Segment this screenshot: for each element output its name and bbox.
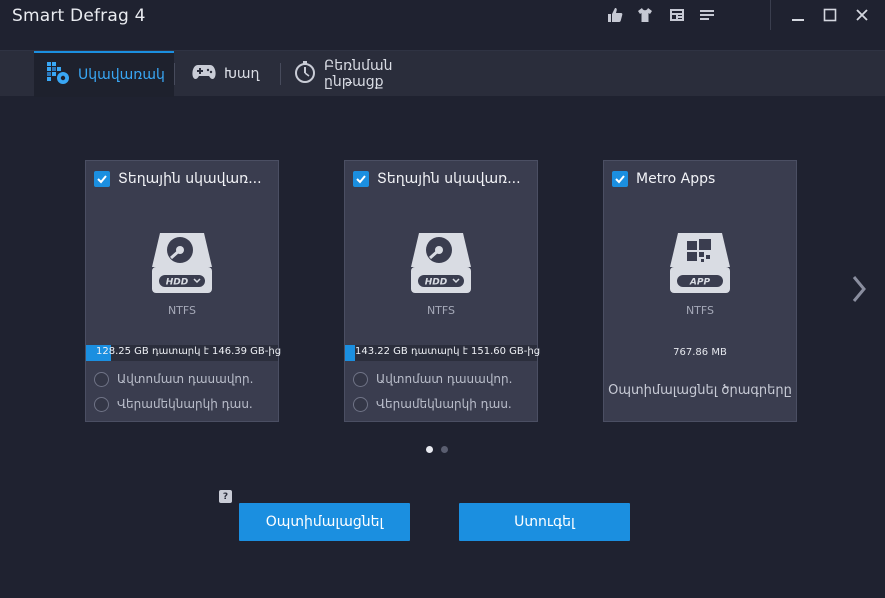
tab-boot-time[interactable]: Բեռնման ընթացք	[282, 51, 462, 97]
boot-defrag-option[interactable]: Վերամեկնարկի դաս.	[94, 395, 253, 413]
menu-icon[interactable]	[698, 6, 716, 24]
boot-defrag-option[interactable]: Վերամեկնարկի դաս.	[353, 395, 512, 413]
hdd-icon: HDD	[409, 229, 473, 295]
usage-text: 143.22 GB դատարկ է 151.60 GB-ից	[355, 346, 541, 357]
drive-card[interactable]: Տեղային սկավառ... HDD NTFS 128.25 GB դատ…	[85, 160, 282, 422]
drive-checkbox[interactable]	[94, 171, 110, 187]
tab-disk-defrag[interactable]: Սկավառակ	[34, 51, 174, 97]
usage-fill	[345, 345, 355, 361]
option-label: Ավտոմատ դասավոր.	[376, 372, 513, 386]
minimize-icon[interactable]	[786, 4, 810, 26]
usage-text: 128.25 GB դատարկ է 146.39 GB-ից	[96, 346, 282, 357]
drive-title: Տեղային սկավառ...	[377, 171, 521, 187]
auto-defrag-option[interactable]: Ավտոմատ դասավոր.	[94, 370, 253, 388]
auto-defrag-option[interactable]: Ավտոմատ դասավոր.	[353, 370, 512, 388]
drive-checkbox[interactable]	[353, 171, 369, 187]
hdd-icon: HDD	[150, 229, 214, 295]
radio-button[interactable]	[94, 371, 109, 387]
optimize-apps-link[interactable]: Օպտիմալացնել ծրագրերը	[604, 383, 796, 398]
apps-checkbox[interactable]	[612, 171, 628, 187]
analyze-button[interactable]: Ստուգել	[459, 503, 630, 541]
radio-button[interactable]	[94, 396, 109, 412]
help-icon[interactable]: ?	[219, 490, 232, 503]
tab-bar: Սկավառակ Խաղ Բեռնման ընթացք	[0, 50, 885, 97]
news-icon[interactable]	[668, 6, 686, 24]
metro-apps-card[interactable]: Metro Apps APP NTFS 767.86 MB Օպտիմալացն…	[603, 160, 797, 422]
gamepad-icon	[192, 63, 216, 85]
tab-label: Բեռնման ընթացք	[324, 58, 393, 90]
drive-card[interactable]: Տեղային սկավառ... HDD NTFS 143.22 GB դատ…	[344, 160, 541, 422]
maximize-icon[interactable]	[818, 4, 842, 26]
title-bar: Smart Defrag 4	[0, 0, 885, 50]
radio-button[interactable]	[353, 371, 368, 387]
stopwatch-icon	[294, 61, 316, 87]
apps-size: 767.86 MB	[673, 347, 727, 358]
option-label: Վերամեկնարկի դաս.	[376, 397, 512, 411]
defrag-icon	[46, 61, 70, 89]
filesystem-label: NTFS	[167, 304, 197, 317]
next-page-arrow-icon[interactable]	[850, 274, 868, 304]
app-title: Smart Defrag 4	[12, 6, 146, 26]
tab-separator	[280, 63, 281, 85]
tshirt-icon[interactable]	[636, 6, 654, 24]
thumbs-up-icon[interactable]	[606, 6, 624, 24]
app-badge: APP	[689, 278, 711, 288]
page-dot[interactable]	[441, 446, 448, 453]
app-drive-icon: APP	[668, 229, 732, 295]
drive-badge: HDD	[166, 278, 189, 288]
usage-bar: 143.22 GB դատարկ է 151.60 GB-ից	[345, 345, 541, 361]
close-icon[interactable]	[850, 4, 874, 26]
page-dot-active[interactable]	[426, 446, 433, 453]
drive-badge: HDD	[425, 278, 448, 288]
drive-title: Տեղային սկավառ...	[118, 171, 262, 187]
option-label: Ավտոմատ դասավոր.	[117, 372, 254, 386]
tab-game[interactable]: Խաղ	[180, 51, 280, 97]
apps-title: Metro Apps	[636, 171, 716, 187]
filesystem-label: NTFS	[426, 304, 456, 317]
tab-label: Սկավառակ	[78, 67, 165, 83]
usage-bar: 128.25 GB դատարկ է 146.39 GB-ից	[86, 345, 282, 361]
tab-separator	[174, 63, 175, 85]
filesystem-label: NTFS	[685, 304, 715, 317]
tab-label: Խաղ	[224, 66, 260, 82]
option-label: Վերամեկնարկի դաս.	[117, 397, 253, 411]
titlebar-separator	[770, 0, 771, 30]
optimize-button[interactable]: Օպտիմալացնել	[239, 503, 410, 541]
radio-button[interactable]	[353, 396, 368, 412]
